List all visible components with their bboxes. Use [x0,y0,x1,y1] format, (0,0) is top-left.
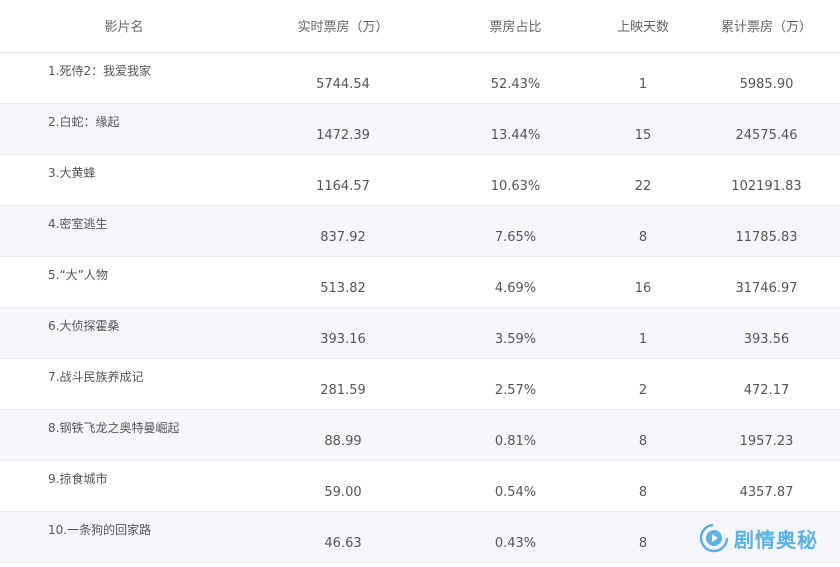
box-office-screen: 影片名 实时票房（万） 票房占比 上映天数 累计票房（万） 1.死侍2：我爱我家… [0,0,840,567]
total-box-office-cell: 1957.23 [739,434,794,449]
film-name-cell: 7.战斗民族养成记 [48,369,144,384]
days-cell: 1 [638,77,648,92]
table-row[interactable]: 8.钢铁飞龙之奥特曼崛起 88.99 0.81% 8 1957.23 [0,409,840,460]
realtime-box-office-cell: 5744.54 [316,77,370,92]
table-row[interactable]: 9.掠食城市 59.00 0.54% 8 4357.87 [0,460,840,511]
share-cell: 13.44% [490,128,541,143]
table-row[interactable]: 1.死侍2：我爱我家 5744.54 52.43% 1 5985.90 [0,52,840,103]
table-row[interactable]: 5.“大”人物 513.82 4.69% 16 31746.97 [0,256,840,307]
realtime-box-office-cell: 1164.57 [316,179,370,194]
share-cell: 0.54% [494,485,537,500]
total-box-office-cell: 5985.90 [739,77,794,92]
days-cell: 8 [638,485,648,500]
header-row: 影片名 实时票房（万） 票房占比 上映天数 累计票房（万） [0,0,840,53]
days-cell: 22 [634,179,652,194]
header-box-office-share[interactable]: 票房占比 [438,0,593,53]
share-cell: 3.59% [494,332,537,347]
days-cell: 8 [638,230,648,245]
share-cell: 4.69% [494,281,537,296]
film-name-cell: 9.掠食城市 [48,471,108,486]
days-cell: 8 [638,536,648,551]
table-body: 1.死侍2：我爱我家 5744.54 52.43% 1 5985.90 2.白蛇：缘起 14… [0,52,840,562]
header-film-name[interactable]: 影片名 [0,0,248,53]
share-cell: 0.81% [494,434,537,449]
header-realtime-box-office[interactable]: 实时票房（万） [248,0,438,53]
total-box-office-cell: 393.56 [743,332,790,347]
film-name-cell: 2.白蛇：缘起 [48,114,120,129]
days-cell: 15 [634,128,652,143]
realtime-box-office-cell: 837.92 [320,230,366,245]
header-total-box-office[interactable]: 累计票房（万） [693,0,840,53]
table-row[interactable]: 7.战斗民族养成记 281.59 2.57% 2 472.17 [0,358,840,409]
share-cell: 7.65% [494,230,537,245]
film-name-cell: 5.“大”人物 [48,267,108,282]
share-cell: 0.43% [494,536,537,551]
film-name-cell: 1.死侍2：我爱我家 [48,63,152,78]
share-cell: 10.63% [490,179,541,194]
days-cell: 8 [638,434,648,449]
film-name-cell: 10.一条狗的回家路 [48,522,152,537]
total-box-office-cell: 472.17 [743,383,790,398]
total-box-office-cell: 24575.46 [735,128,798,143]
play-swirl-logo-icon [699,523,729,553]
box-office-table: 影片名 实时票房（万） 票房占比 上映天数 累计票房（万） 1.死侍2：我爱我家… [0,0,840,563]
film-name-cell: 8.钢铁飞龙之奥特曼崛起 [48,420,180,435]
film-name-cell: 3.大黄蜂 [48,165,96,180]
table-row[interactable]: 6.大侦探霍桑 393.16 3.59% 1 393.56 [0,307,840,358]
realtime-box-office-cell: 46.63 [324,536,362,551]
days-cell: 2 [638,383,648,398]
total-box-office-cell: 31746.97 [735,281,798,296]
watermark: 剧情奥秘 [699,523,818,553]
days-cell: 1 [638,332,648,347]
table-header: 影片名 实时票房（万） 票房占比 上映天数 累计票房（万） [0,0,840,53]
realtime-box-office-cell: 59.00 [324,485,362,500]
watermark-text: 剧情奥秘 [734,527,818,552]
realtime-box-office-cell: 281.59 [320,383,366,398]
days-cell: 16 [634,281,652,296]
table-row[interactable]: 2.白蛇：缘起 1472.39 13.44% 15 24575.46 [0,103,840,154]
table-row[interactable]: 4.密室逃生 837.92 7.65% 8 11785.83 [0,205,840,256]
share-cell: 52.43% [490,77,541,92]
realtime-box-office-cell: 1472.39 [316,128,370,143]
film-name-cell: 4.密室逃生 [48,216,108,231]
header-days-showing[interactable]: 上映天数 [593,0,693,53]
realtime-box-office-cell: 513.82 [320,281,366,296]
total-box-office-cell: 102191.83 [731,179,802,194]
total-box-office-cell: 11785.83 [735,230,798,245]
realtime-box-office-cell: 393.16 [320,332,366,347]
film-name-cell: 6.大侦探霍桑 [48,318,120,333]
total-box-office-cell: 4357.87 [739,485,794,500]
share-cell: 2.57% [494,383,537,398]
table-row[interactable]: 3.大黄蜂 1164.57 10.63% 22 102191.83 [0,154,840,205]
realtime-box-office-cell: 88.99 [324,434,362,449]
